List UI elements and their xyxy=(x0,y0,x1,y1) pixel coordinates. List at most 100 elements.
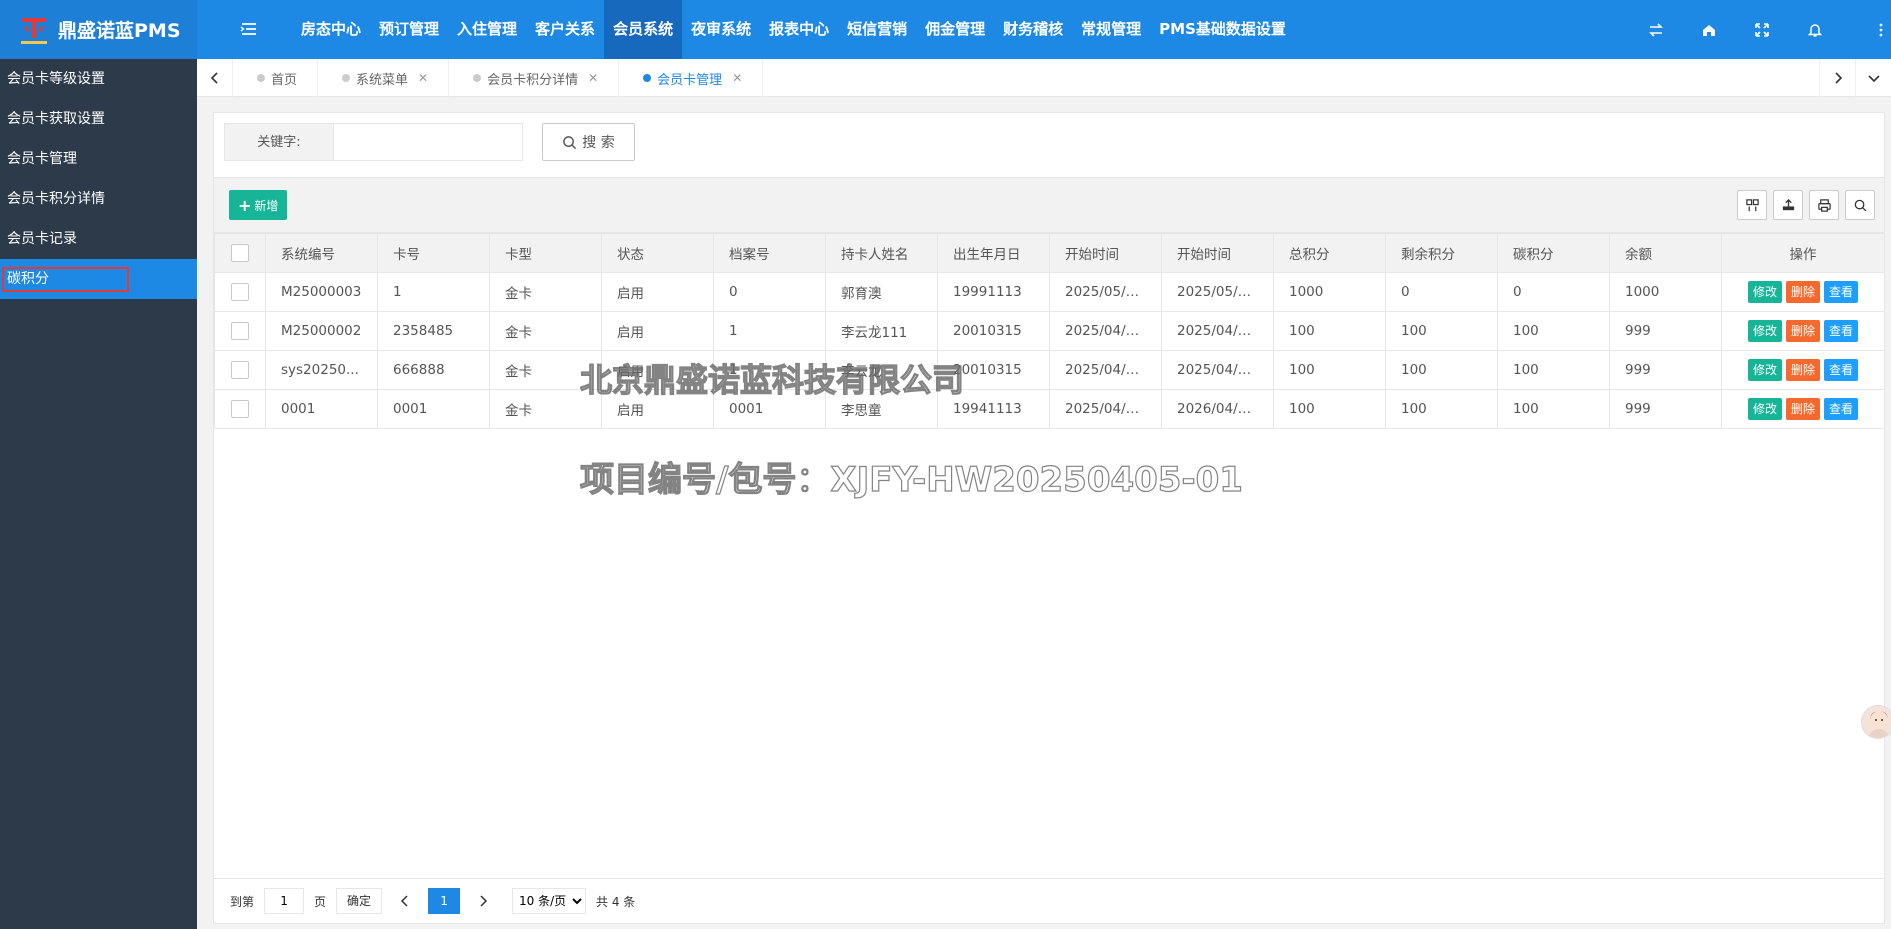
close-icon[interactable]: ✕ xyxy=(732,71,742,85)
print-icon[interactable] xyxy=(1809,190,1839,220)
page-size-select[interactable]: 10 条/页 xyxy=(512,888,587,914)
view-button[interactable]: 查看 xyxy=(1824,281,1859,303)
fullscreen-icon[interactable] xyxy=(1735,0,1788,59)
tabs-scroll-right-icon[interactable] xyxy=(1819,59,1855,97)
confirm-page-button[interactable]: 确定 xyxy=(336,888,383,914)
table-row[interactable]: sys20250... 666888 金卡 启用 1 李云龙 20010315 2025/04… xyxy=(214,350,1885,390)
swap-icon[interactable] xyxy=(1629,0,1682,59)
column-header[interactable]: 状态 xyxy=(601,233,714,273)
column-header: 操作 xyxy=(1721,233,1885,273)
tabs-scroll-left-icon[interactable] xyxy=(197,59,233,97)
table-cell: M25000003 xyxy=(265,272,378,312)
table-cell: 启用 xyxy=(601,272,714,312)
column-header[interactable]: 余额 xyxy=(1609,233,1722,273)
edit-button[interactable]: 修改 xyxy=(1747,281,1782,303)
sidebar-item-card-level[interactable]: 会员卡等级设置 xyxy=(0,59,197,99)
table-cell: 666888 xyxy=(377,350,490,390)
sidebar-item-card-records[interactable]: 会员卡记录 xyxy=(0,219,197,259)
search-icon[interactable] xyxy=(1845,190,1875,220)
nav-night-audit[interactable]: 夜审系统 xyxy=(682,0,760,59)
column-header[interactable]: 总积分 xyxy=(1273,233,1386,273)
nav-checkin[interactable]: 入住管理 xyxy=(448,0,526,59)
next-page-icon[interactable] xyxy=(470,888,496,914)
row-checkbox[interactable] xyxy=(214,311,266,351)
table-row[interactable]: M25000002 2358485 金卡 启用 1 李云龙111 20010315 2025/… xyxy=(214,311,1885,351)
table-cell: 2025/04/1... xyxy=(1049,389,1162,429)
columns-filter-icon[interactable] xyxy=(1737,190,1767,220)
search-button[interactable]: 搜 索 xyxy=(542,123,635,161)
table-row[interactable]: 0001 0001 金卡 启用 0001 李思童 19941113 2025/04/1... 2… xyxy=(214,389,1885,429)
view-button[interactable]: 查看 xyxy=(1824,398,1859,420)
more-icon[interactable] xyxy=(1871,0,1891,59)
column-header[interactable]: 开始时间 xyxy=(1161,233,1274,273)
column-header[interactable]: 系统编号 xyxy=(265,233,378,273)
nav-customer[interactable]: 客户关系 xyxy=(526,0,604,59)
sidebar-item-label: 会员卡记录 xyxy=(7,231,77,247)
column-header[interactable]: 卡号 xyxy=(377,233,490,273)
column-header[interactable]: 剩余积分 xyxy=(1385,233,1498,273)
tab-system-menu[interactable]: 系统菜单 ✕ xyxy=(318,59,450,97)
delete-button[interactable]: 删除 xyxy=(1785,398,1820,420)
row-checkbox[interactable] xyxy=(214,272,266,312)
table-row[interactable]: M25000003 1 金卡 启用 0 郭育澳 19991113 2025/05/0... 20… xyxy=(214,272,1885,312)
table-cell: 20010315 xyxy=(937,350,1050,390)
edit-button[interactable]: 修改 xyxy=(1747,398,1782,420)
goto-label: 到第 xyxy=(230,894,255,909)
assistant-avatar[interactable] xyxy=(1861,705,1891,739)
sidebar-item-card-acquire[interactable]: 会员卡获取设置 xyxy=(0,99,197,139)
prev-page-icon[interactable] xyxy=(392,888,418,914)
column-header[interactable]: 出生年月日 xyxy=(937,233,1050,273)
tab-dot xyxy=(643,74,652,82)
nav-commission[interactable]: 佣金管理 xyxy=(916,0,994,59)
delete-button[interactable]: 删除 xyxy=(1785,281,1820,303)
sidebar-item-label: 会员卡积分详情 xyxy=(7,191,105,207)
table-cell: 启用 xyxy=(601,350,714,390)
column-header[interactable]: 档案号 xyxy=(713,233,826,273)
nav-member-system[interactable]: 会员系统 xyxy=(604,0,683,59)
table-cell: 2025/04/3... xyxy=(1161,311,1274,351)
keyword-input[interactable] xyxy=(334,123,523,161)
delete-button[interactable]: 删除 xyxy=(1785,359,1820,381)
sidebar-item-carbon-points[interactable]: 碳积分 xyxy=(0,259,197,299)
row-checkbox[interactable] xyxy=(214,350,266,390)
edit-button[interactable]: 修改 xyxy=(1747,359,1782,381)
edit-button[interactable]: 修改 xyxy=(1747,320,1782,342)
export-icon[interactable] xyxy=(1773,190,1803,220)
bell-icon[interactable] xyxy=(1788,0,1841,59)
home-icon[interactable] xyxy=(1682,0,1735,59)
chevron-down-icon[interactable] xyxy=(1855,59,1891,97)
tab-home[interactable]: 首页 xyxy=(233,59,319,97)
add-button[interactable]: + 新增 xyxy=(229,190,288,220)
menu-toggle-icon[interactable] xyxy=(238,18,260,40)
sidebar-item-card-manage[interactable]: 会员卡管理 xyxy=(0,139,197,179)
nav-pms-settings[interactable]: PMS基础数据设置 xyxy=(1150,0,1295,59)
close-icon[interactable]: ✕ xyxy=(418,71,428,85)
nav-reports[interactable]: 报表中心 xyxy=(760,0,838,59)
page-number-current[interactable]: 1 xyxy=(428,888,461,914)
page-input[interactable] xyxy=(264,888,305,914)
table-cell: 李云龙 xyxy=(825,350,938,390)
view-button[interactable]: 查看 xyxy=(1824,320,1859,342)
column-header[interactable]: 开始时间 xyxy=(1049,233,1162,273)
column-header[interactable]: 卡型 xyxy=(489,233,602,273)
table-cell: M25000002 xyxy=(265,311,378,351)
column-header[interactable]: 持卡人姓名 xyxy=(825,233,938,273)
nav-general[interactable]: 常规管理 xyxy=(1072,0,1150,59)
nav-finance[interactable]: 财务稽核 xyxy=(994,0,1072,59)
column-header[interactable]: 碳积分 xyxy=(1497,233,1610,273)
nav-reservation[interactable]: 预订管理 xyxy=(370,0,448,59)
table-cell: 20010315 xyxy=(937,311,1050,351)
delete-button[interactable]: 删除 xyxy=(1785,320,1820,342)
tab-card-points[interactable]: 会员卡积分详情 ✕ xyxy=(449,59,620,97)
table-cell: 金卡 xyxy=(489,272,602,312)
nav-sms[interactable]: 短信营销 xyxy=(838,0,916,59)
row-checkbox[interactable] xyxy=(214,389,266,429)
table-cell: 李云龙111 xyxy=(825,311,938,351)
nav-room-status[interactable]: 房态中心 xyxy=(292,0,370,59)
sidebar-item-card-points[interactable]: 会员卡积分详情 xyxy=(0,179,197,219)
tab-card-manage[interactable]: 会员卡管理 ✕ xyxy=(619,59,764,97)
view-button[interactable]: 查看 xyxy=(1824,359,1859,381)
total-count: 共 4 条 xyxy=(596,894,636,909)
select-all-checkbox[interactable] xyxy=(214,233,266,273)
close-icon[interactable]: ✕ xyxy=(588,71,598,85)
